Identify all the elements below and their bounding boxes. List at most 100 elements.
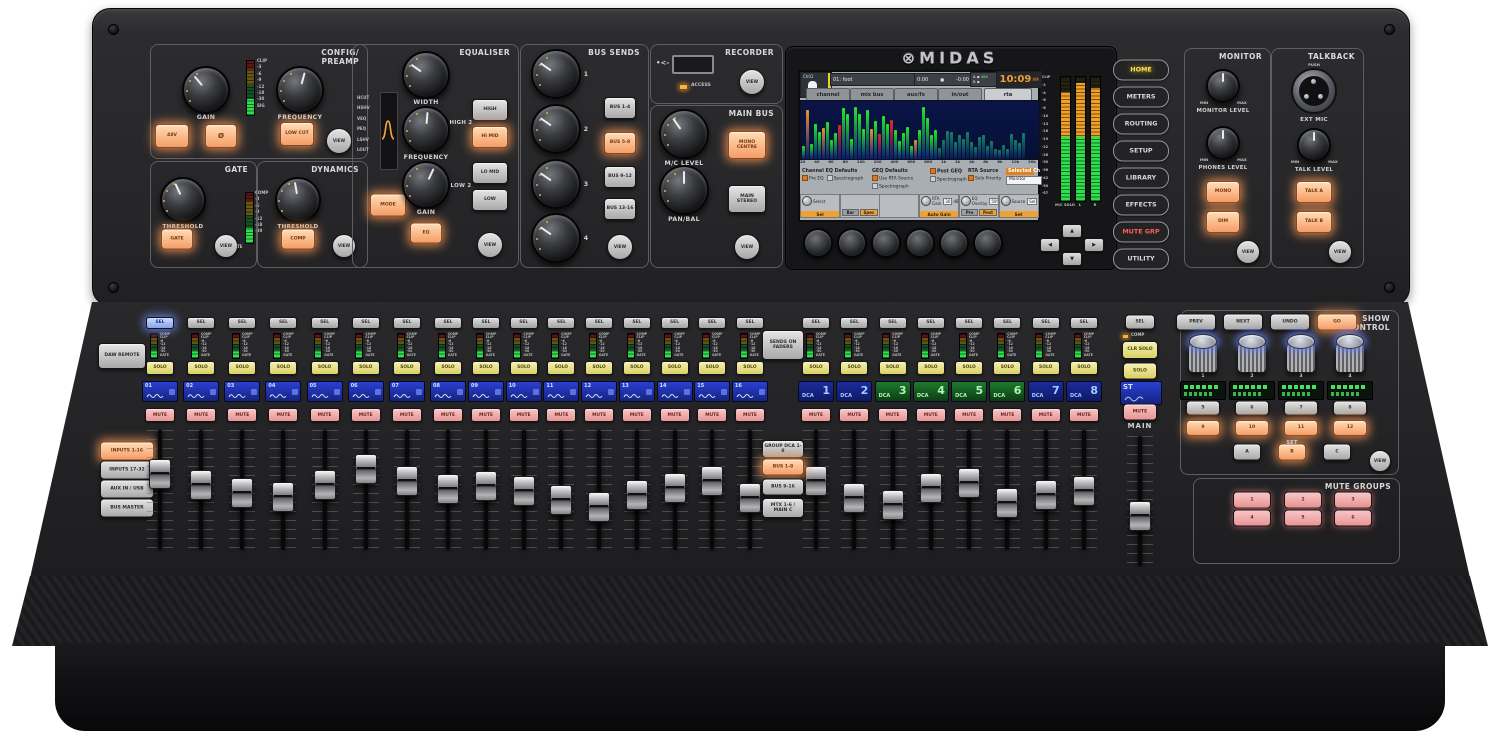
tab-channel[interactable]: channel [806, 88, 850, 100]
solo-button[interactable]: SOLO [736, 361, 764, 375]
solo-button[interactable]: SOLO [661, 361, 689, 375]
set-b-button[interactable]: B [1278, 444, 1306, 461]
tab-in-out[interactable]: in/out [938, 88, 982, 100]
talkback-view-button[interactable]: VIEW [1328, 240, 1352, 264]
main-fader-cap[interactable] [1129, 501, 1151, 531]
nav-up-button[interactable]: ▲ [1062, 224, 1082, 238]
main-solo-button[interactable]: SOLO [1123, 363, 1157, 380]
fader-cap[interactable] [149, 459, 171, 489]
encoder-action[interactable]: Set [1000, 211, 1038, 217]
display-encoder[interactable] [837, 228, 867, 258]
comp-button[interactable]: COMP [281, 229, 315, 250]
mute-button[interactable]: MUTE [227, 408, 257, 422]
tab-rta[interactable]: rta [984, 88, 1032, 100]
select-button[interactable]: SEL [228, 317, 256, 329]
option-item[interactable]: Solo Priority [968, 175, 1001, 183]
mute-button[interactable]: MUTE [954, 408, 984, 422]
mute-button[interactable]: MUTE [622, 408, 652, 422]
recorder-view-button[interactable]: VIEW [739, 69, 765, 95]
checkbox[interactable] [968, 175, 974, 181]
solo-button[interactable]: SOLO [879, 361, 907, 375]
phones-level-knob[interactable] [1206, 126, 1240, 160]
option-item[interactable]: Spectrograph [872, 183, 909, 191]
monitor-dim-button[interactable]: DIM [1206, 211, 1240, 233]
bus-send-knob[interactable] [531, 104, 581, 154]
assign-button[interactable]: 12 [1333, 420, 1367, 436]
assign-encoder[interactable] [1237, 334, 1267, 374]
assign-button[interactable]: 7 [1284, 401, 1318, 416]
main-bus-view-button[interactable]: VIEW [734, 234, 760, 260]
bus-layer-button[interactable]: BUS 9-16 [762, 479, 804, 496]
mute-button[interactable]: MUTE [801, 408, 831, 422]
solo-button[interactable]: SOLO [472, 361, 500, 375]
checkbox[interactable] [827, 175, 833, 181]
fader-cap[interactable] [843, 483, 865, 513]
display-encoder[interactable] [871, 228, 901, 258]
gate-button[interactable]: GATE [161, 229, 193, 250]
bus-layer-button[interactable]: BUS 9-12 [604, 166, 636, 188]
option-item[interactable]: Use RTA Source [872, 175, 913, 183]
fader-cap[interactable] [1073, 476, 1095, 506]
encoder-cell[interactable]: SourceSelSet [999, 194, 1039, 218]
set-c-button[interactable]: C [1323, 444, 1351, 461]
fader[interactable] [307, 430, 343, 550]
encoder-cell[interactable]: EQ Overlay50%PrePost [959, 194, 999, 218]
solo-button[interactable]: SOLO [1070, 361, 1098, 375]
select-button[interactable]: SEL [955, 317, 983, 329]
encoder-cell[interactable]: RTA Gain30dBAuto Gain [919, 194, 959, 218]
mute-group-button[interactable]: 6 [1334, 510, 1372, 527]
select-button[interactable]: SEL [917, 317, 945, 329]
mute-button[interactable]: MUTE [471, 408, 501, 422]
solo-button[interactable]: SOLO [269, 361, 297, 375]
bus-send-knob[interactable] [531, 49, 581, 99]
fader[interactable] [799, 430, 833, 550]
assign-encoder[interactable] [1335, 334, 1365, 374]
solo-button[interactable]: SOLO [993, 361, 1021, 375]
low-cut-button[interactable]: LOW CUT [280, 122, 314, 146]
mute-button[interactable]: MUTE [310, 408, 340, 422]
bus-layer-button[interactable]: GROUP DCA 1-8 [762, 440, 804, 458]
fader-cap[interactable] [314, 470, 336, 500]
gate-threshold-knob[interactable] [160, 177, 206, 223]
bus-layer-button[interactable]: MTX 1-6 / MAIN C [762, 498, 804, 518]
mute-button[interactable]: MUTE [839, 408, 869, 422]
usb-port[interactable] [672, 55, 714, 74]
select-button[interactable]: SEL [698, 317, 726, 329]
mute-button[interactable]: MUTE [660, 408, 690, 422]
menu-button-effects[interactable]: EFFECTS [1113, 195, 1169, 216]
solo-button[interactable]: SOLO [393, 361, 421, 375]
eq-low-button[interactable]: LOW [472, 189, 508, 211]
fader[interactable] [695, 430, 729, 550]
scene-next-button[interactable]: NEXT [1223, 314, 1263, 331]
dynamics-threshold-knob[interactable] [275, 177, 321, 223]
mute-group-button[interactable]: 2 [1284, 492, 1322, 509]
display-encoder[interactable] [939, 228, 969, 258]
select-button[interactable]: SEL [146, 317, 174, 329]
fader-cap[interactable] [882, 490, 904, 520]
select-button[interactable]: SEL [993, 317, 1021, 329]
encoder-action[interactable]: Sel [801, 211, 839, 217]
select-button[interactable]: SEL [1032, 317, 1060, 329]
encoder-cell[interactable]: BarSpec [840, 194, 880, 218]
mute-group-button[interactable]: 1 [1233, 492, 1271, 509]
tab-aux-fx[interactable]: aux/fx [894, 88, 938, 100]
mute-button[interactable]: MUTE [351, 408, 381, 422]
phase-button[interactable]: Ø [205, 124, 237, 148]
mute-button[interactable]: MUTE [584, 408, 614, 422]
frequency-knob[interactable] [276, 66, 324, 114]
checkbox[interactable] [930, 176, 936, 182]
fader-cap[interactable] [920, 473, 942, 503]
mute-button[interactable]: MUTE [916, 408, 946, 422]
solo-button[interactable]: SOLO [623, 361, 651, 375]
scene-prev-button[interactable]: PREV [1176, 314, 1216, 331]
mute-button[interactable]: MUTE [433, 408, 463, 422]
mute-button[interactable]: MUTE [735, 408, 765, 422]
select-button[interactable]: SEL [510, 317, 538, 329]
fader[interactable] [183, 430, 219, 550]
select-button[interactable]: SEL [1070, 317, 1098, 329]
select-button[interactable]: SEL [311, 317, 339, 329]
solo-button[interactable]: SOLO [802, 361, 830, 375]
encoder-cell[interactable] [879, 194, 919, 218]
mute-button[interactable]: MUTE [268, 408, 298, 422]
assign-encoder[interactable] [1188, 334, 1218, 374]
